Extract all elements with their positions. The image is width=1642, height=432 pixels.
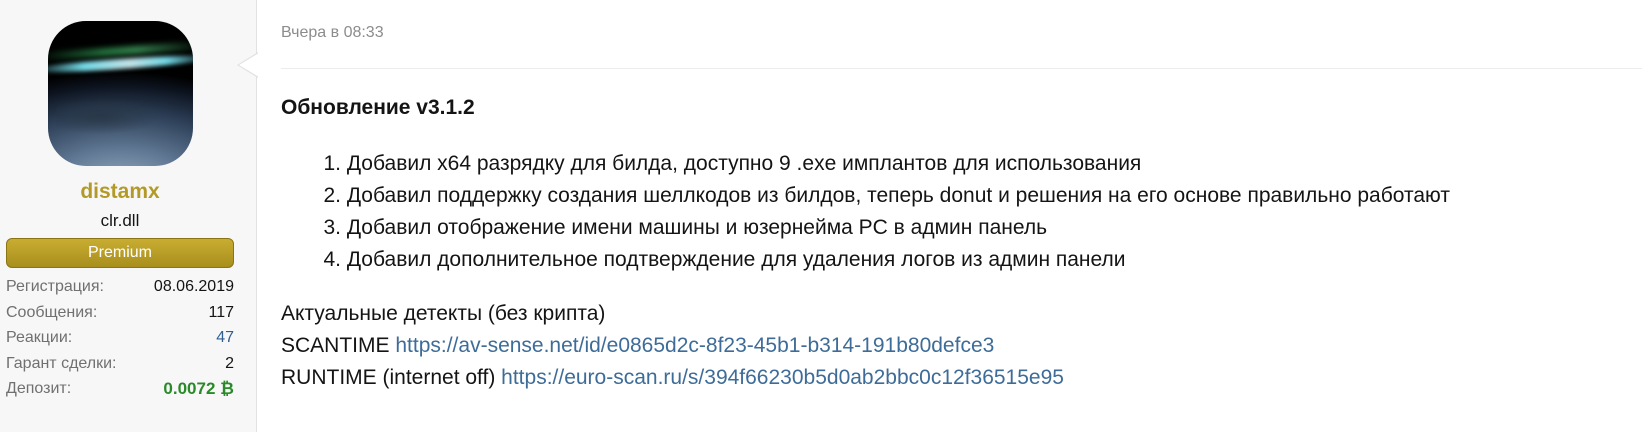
detects-title: Актуальные детекты (без крипта): [281, 302, 606, 325]
user-avatar[interactable]: [48, 21, 193, 166]
user-stats: Регистрация: 08.06.2019 Сообщения: 117 Р…: [6, 274, 234, 402]
scantime-link[interactable]: https://av-sense.net/id/e0865d2c-8f23-45…: [395, 334, 994, 357]
username-link[interactable]: distamx: [0, 180, 240, 204]
post-heading: Обновление v3.1.2: [281, 96, 475, 119]
stat-label: Реакции:: [6, 329, 73, 346]
runtime-link[interactable]: https://euro-scan.ru/s/394f66230b5d0ab2b…: [501, 366, 1064, 389]
list-text: Добавил x64 разрядку для билда, доступно…: [346, 152, 1142, 175]
stat-guarantee: Гарант сделки: 2: [6, 351, 234, 377]
stat-label: Сообщения:: [6, 303, 98, 321]
list-text: Добавил поддержку создания шеллкодов из …: [346, 184, 1450, 207]
scantime-label: SCANTIME: [281, 334, 390, 357]
forum-post: distamx clr.dll Premium Регистрация: 08.…: [0, 0, 1642, 432]
stat-label: Регистрация:: [6, 278, 104, 295]
list-number: 2.: [323, 184, 341, 207]
changes-list: 1. Добавил x64 разрядку для билда, досту…: [281, 148, 1450, 276]
stat-value: 117: [208, 303, 234, 321]
stat-messages: Сообщения: 117: [6, 300, 234, 326]
list-item: 1. Добавил x64 разрядку для билда, досту…: [281, 148, 1450, 180]
list-item: 2. Добавил поддержку создания шеллкодов …: [281, 180, 1450, 212]
post-pointer-arrow-inner: [239, 53, 259, 77]
stat-label: Депозит:: [6, 380, 72, 397]
user-title: clr.dll: [100, 211, 140, 230]
list-text: Добавил отображение имени машины и юзерн…: [346, 216, 1048, 239]
runtime-line: RUNTIME (internet off) https://euro-scan…: [281, 362, 1064, 394]
stat-value: 08.06.2019: [153, 278, 234, 295]
list-number: 1.: [323, 152, 341, 175]
scantime-line: SCANTIME https://av-sense.net/id/e0865d2…: [281, 330, 1064, 362]
stat-label: Гарант сделки:: [6, 354, 117, 372]
runtime-label: RUNTIME (internet off): [281, 366, 496, 389]
reactions-link[interactable]: 47: [216, 325, 234, 351]
premium-badge: Premium: [6, 238, 234, 268]
detects-block: Актуальные детекты (без крипта) SCANTIME…: [281, 298, 1064, 394]
stat-reactions: Реакции: 47: [6, 325, 234, 351]
list-item: 4. Добавил дополнительное подтверждение …: [281, 244, 1450, 276]
list-text: Добавил дополнительное подтверждение для…: [346, 248, 1126, 271]
list-item: 3. Добавил отображение имени машины и юз…: [281, 212, 1450, 244]
avatar-landmass: [56, 96, 166, 136]
deposit-value: 0.0072 ₿: [163, 379, 234, 398]
list-number: 4.: [323, 248, 341, 271]
header-divider: [281, 68, 1642, 69]
user-info-panel: distamx clr.dll Premium Регистрация: 08.…: [0, 0, 257, 432]
stat-deposit: Депозит: 0.0072 ₿: [6, 376, 234, 402]
list-number: 3.: [323, 216, 341, 239]
stat-value: 2: [225, 354, 234, 372]
stat-registration: Регистрация: 08.06.2019: [6, 274, 234, 300]
post-date-link[interactable]: Вчера в 08:33: [281, 24, 384, 42]
